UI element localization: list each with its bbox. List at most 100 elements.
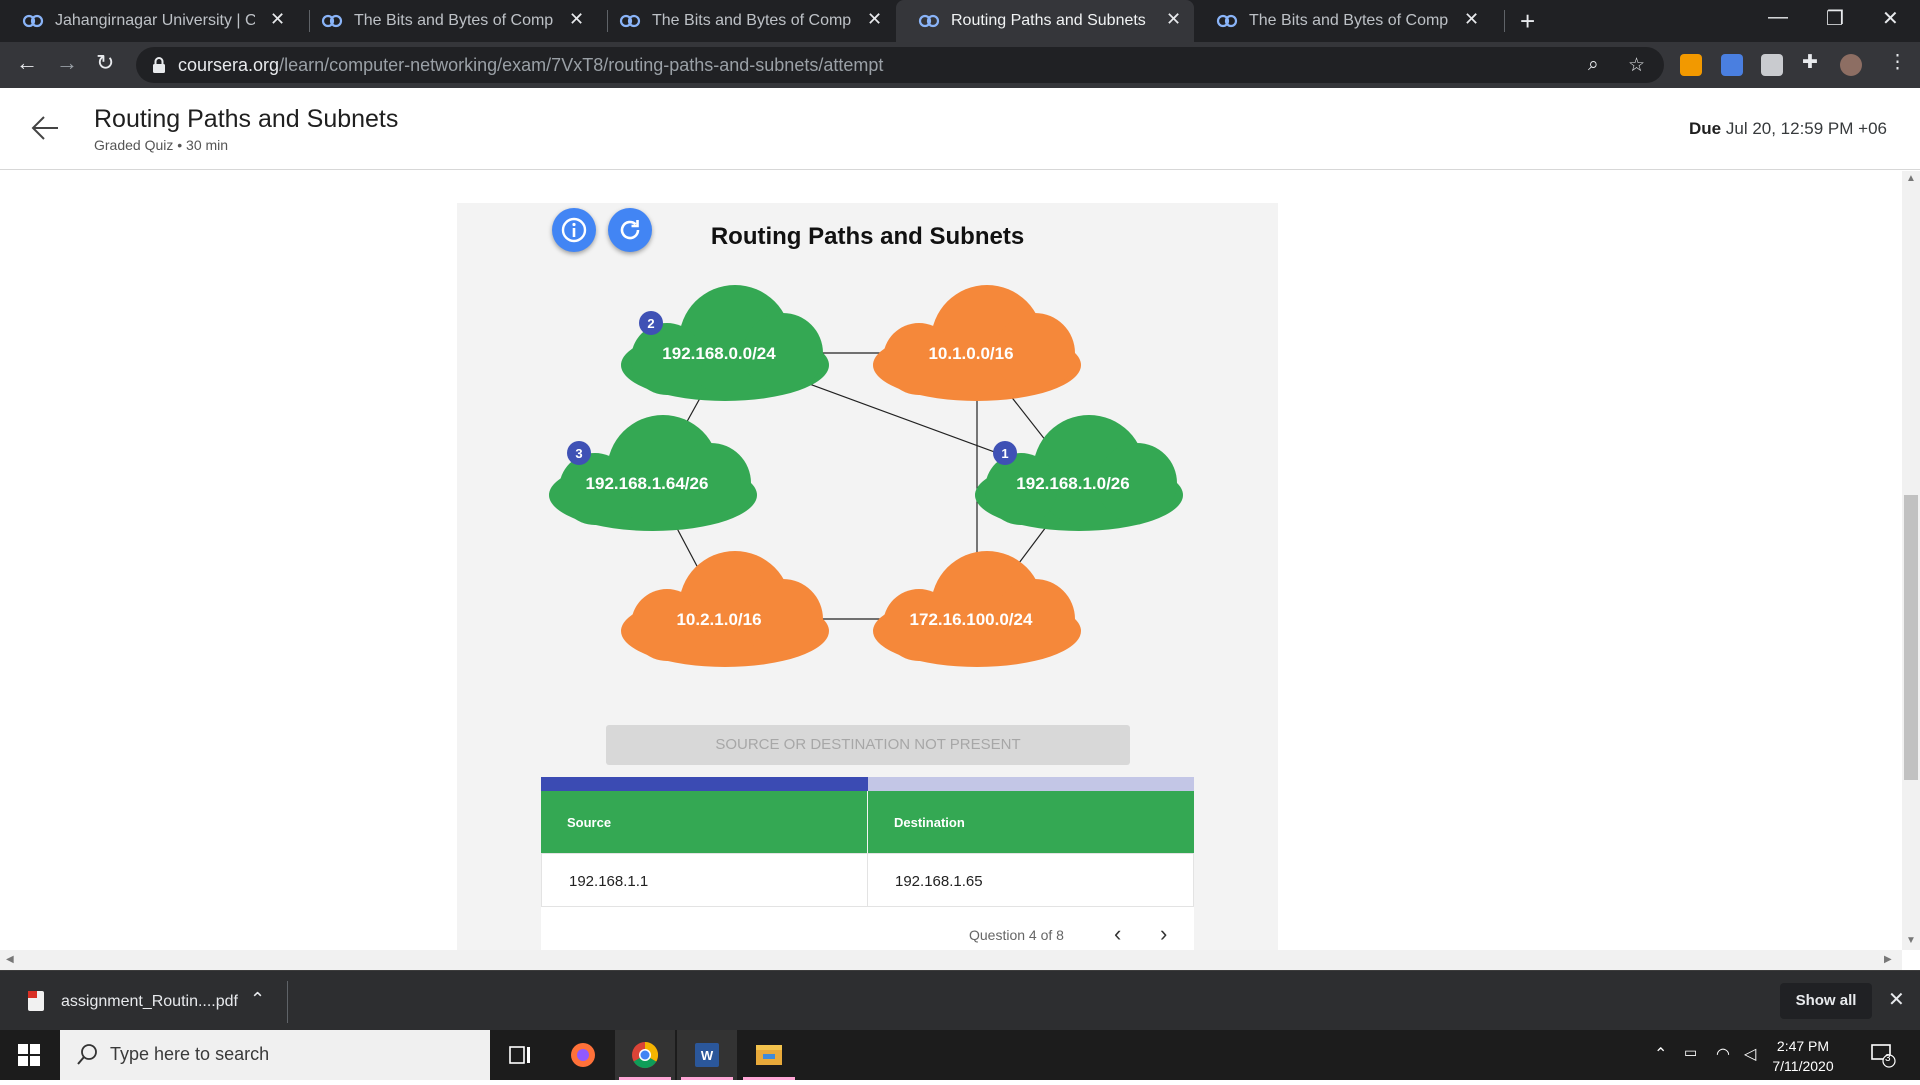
- header-source: Source: [541, 791, 867, 853]
- chevron-up-icon[interactable]: ⌃: [250, 989, 265, 1010]
- reload-icon[interactable]: ↻: [96, 50, 114, 76]
- extension-key-icon[interactable]: [1680, 54, 1702, 76]
- extensions-puzzle-icon[interactable]: ✚: [1802, 51, 1818, 74]
- url-path: /learn/computer-networking/exam/7VxT8/ro…: [279, 55, 884, 75]
- due-date: Due Jul 20, 12:59 PM +06: [1689, 119, 1887, 139]
- forward-icon[interactable]: →: [56, 50, 78, 76]
- folder-glyph: [756, 1045, 782, 1065]
- search-icon: [77, 1044, 97, 1065]
- lock-icon: [153, 57, 165, 73]
- close-icon[interactable]: ✕: [270, 9, 285, 30]
- translate-icon[interactable]: [1721, 54, 1743, 76]
- bookmark-star-icon[interactable]: ☆: [1628, 54, 1645, 77]
- network-cloud[interactable]: 192.168.1.64/26 3: [549, 415, 757, 531]
- network-label: 192.168.1.0/26: [1016, 474, 1129, 493]
- horizontal-scrollbar[interactable]: ◀ ▶: [0, 950, 1902, 970]
- tab-title: Jahangirnagar University | Course: [55, 12, 255, 29]
- battery-icon[interactable]: ▭: [1684, 1044, 1697, 1061]
- firefox-icon[interactable]: [553, 1030, 613, 1080]
- browser-toolbar: ← → ↻ coursera.org/learn/computer-networ…: [0, 42, 1920, 88]
- close-icon[interactable]: ✕: [867, 9, 882, 30]
- due-value: Jul 20, 12:59 PM +06: [1725, 119, 1887, 138]
- tab-jahangirnagar[interactable]: Jahangirnagar University | Course ✕: [0, 0, 298, 42]
- system-clock[interactable]: 2:47 PM 7/11/2020: [1758, 1036, 1848, 1076]
- diagram-title: Routing Paths and Subnets: [710, 223, 1025, 250]
- header-destination: Destination: [868, 791, 1194, 853]
- firefox-glyph: [571, 1043, 595, 1067]
- tab-title: The Bits and Bytes of Computer N: [354, 12, 554, 29]
- restore-icon[interactable]: ❐: [1826, 6, 1844, 31]
- coursera-icon: [321, 14, 343, 28]
- chrome-icon[interactable]: [615, 1030, 675, 1080]
- show-all-button[interactable]: Show all: [1780, 983, 1872, 1019]
- prev-question-icon[interactable]: ‹: [1114, 921, 1121, 947]
- quiz-header: Routing Paths and Subnets Graded Quiz • …: [0, 88, 1920, 170]
- download-filename[interactable]: assignment_Routin....pdf: [61, 993, 238, 1011]
- status-bar: SOURCE OR DESTINATION NOT PRESENT: [606, 725, 1130, 765]
- minimize-icon[interactable]: —: [1768, 6, 1788, 29]
- download-shelf: assignment_Routin....pdf ⌃ Show all ✕: [0, 970, 1920, 1030]
- wifi-icon[interactable]: ◠: [1716, 1044, 1730, 1064]
- due-label: Due: [1689, 119, 1722, 138]
- network-label: 172.16.100.0/24: [910, 610, 1033, 629]
- network-cloud[interactable]: 192.168.0.0/24 2: [621, 285, 829, 401]
- tab-bits-bytes-1[interactable]: The Bits and Bytes of Computer N ✕: [299, 0, 597, 42]
- scrollbar-thumb[interactable]: [1904, 495, 1918, 780]
- extension-icon[interactable]: [1761, 54, 1783, 76]
- network-cloud[interactable]: 192.168.1.0/26 1: [975, 415, 1183, 531]
- network-label: 192.168.0.0/24: [662, 344, 776, 363]
- close-icon[interactable]: ✕: [1464, 9, 1479, 30]
- volume-icon[interactable]: ◁: [1744, 1044, 1756, 1064]
- tab-separator: [1504, 10, 1505, 32]
- word-icon[interactable]: W: [677, 1030, 737, 1080]
- next-question-icon[interactable]: ›: [1160, 921, 1167, 947]
- address-bar[interactable]: coursera.org/learn/computer-networking/e…: [136, 47, 1664, 83]
- notification-count: 3: [1885, 1053, 1891, 1064]
- network-cloud[interactable]: 10.1.0.0/16: [873, 285, 1081, 401]
- menu-dots-icon[interactable]: ⋮: [1888, 51, 1907, 74]
- tray-chevron-icon[interactable]: ⌃: [1654, 1044, 1667, 1064]
- tab-bits-bytes-3[interactable]: The Bits and Bytes of Computer N ✕: [1194, 0, 1492, 42]
- close-icon[interactable]: ✕: [1166, 9, 1181, 30]
- profile-avatar[interactable]: [1840, 54, 1862, 76]
- window-close-icon[interactable]: ✕: [1882, 6, 1899, 31]
- clock-date: 7/11/2020: [1772, 1058, 1834, 1074]
- taskbar-search[interactable]: Type here to search: [60, 1030, 490, 1080]
- progress-bar: [541, 777, 1194, 791]
- coursera-icon: [1216, 14, 1238, 28]
- task-view-glyph: [509, 1046, 530, 1064]
- scroll-left-icon[interactable]: ◀: [6, 954, 14, 965]
- tab-title: The Bits and Bytes of Computer N: [652, 12, 852, 29]
- task-view-icon[interactable]: [490, 1030, 550, 1080]
- new-tab-icon[interactable]: +: [1520, 6, 1535, 37]
- tab-routing-paths[interactable]: Routing Paths and Subnets | Cou ✕: [896, 0, 1194, 42]
- network-cloud[interactable]: 172.16.100.0/24: [873, 551, 1081, 667]
- svg-text:W: W: [701, 1048, 714, 1063]
- windows-start-icon[interactable]: [18, 1044, 40, 1066]
- cell-source: 192.168.1.1: [541, 853, 868, 907]
- back-arrow-icon[interactable]: [30, 114, 60, 142]
- close-icon[interactable]: ✕: [569, 9, 584, 30]
- file-explorer-icon[interactable]: [739, 1030, 799, 1080]
- scroll-up-icon[interactable]: ▲: [1906, 173, 1916, 184]
- notification-glyph: [1871, 1044, 1896, 1068]
- vertical-scrollbar[interactable]: ▲ ▼: [1902, 171, 1920, 950]
- coursera-icon: [918, 14, 940, 28]
- word-glyph: W: [695, 1043, 719, 1067]
- scroll-right-icon[interactable]: ▶: [1884, 954, 1892, 965]
- close-icon[interactable]: ✕: [1888, 987, 1905, 1012]
- notifications-icon[interactable]: 3: [1870, 1042, 1896, 1073]
- network-label: 10.1.0.0/16: [928, 344, 1013, 363]
- progress-fill: [541, 777, 868, 791]
- zoom-icon[interactable]: ⌕: [1588, 54, 1599, 76]
- network-label: 192.168.1.64/26: [586, 474, 709, 493]
- back-icon[interactable]: ←: [16, 50, 38, 76]
- scroll-down-icon[interactable]: ▼: [1906, 935, 1916, 946]
- network-cloud[interactable]: 10.2.1.0/16: [621, 551, 829, 667]
- tab-title: Routing Paths and Subnets | Cou: [951, 12, 1151, 29]
- chrome-glyph: [632, 1041, 659, 1069]
- badge-number: 2: [647, 316, 654, 331]
- tab-bits-bytes-2[interactable]: The Bits and Bytes of Computer N ✕: [597, 0, 895, 42]
- search-placeholder: Type here to search: [110, 1044, 270, 1064]
- quiz-title: Routing Paths and Subnets: [94, 105, 399, 133]
